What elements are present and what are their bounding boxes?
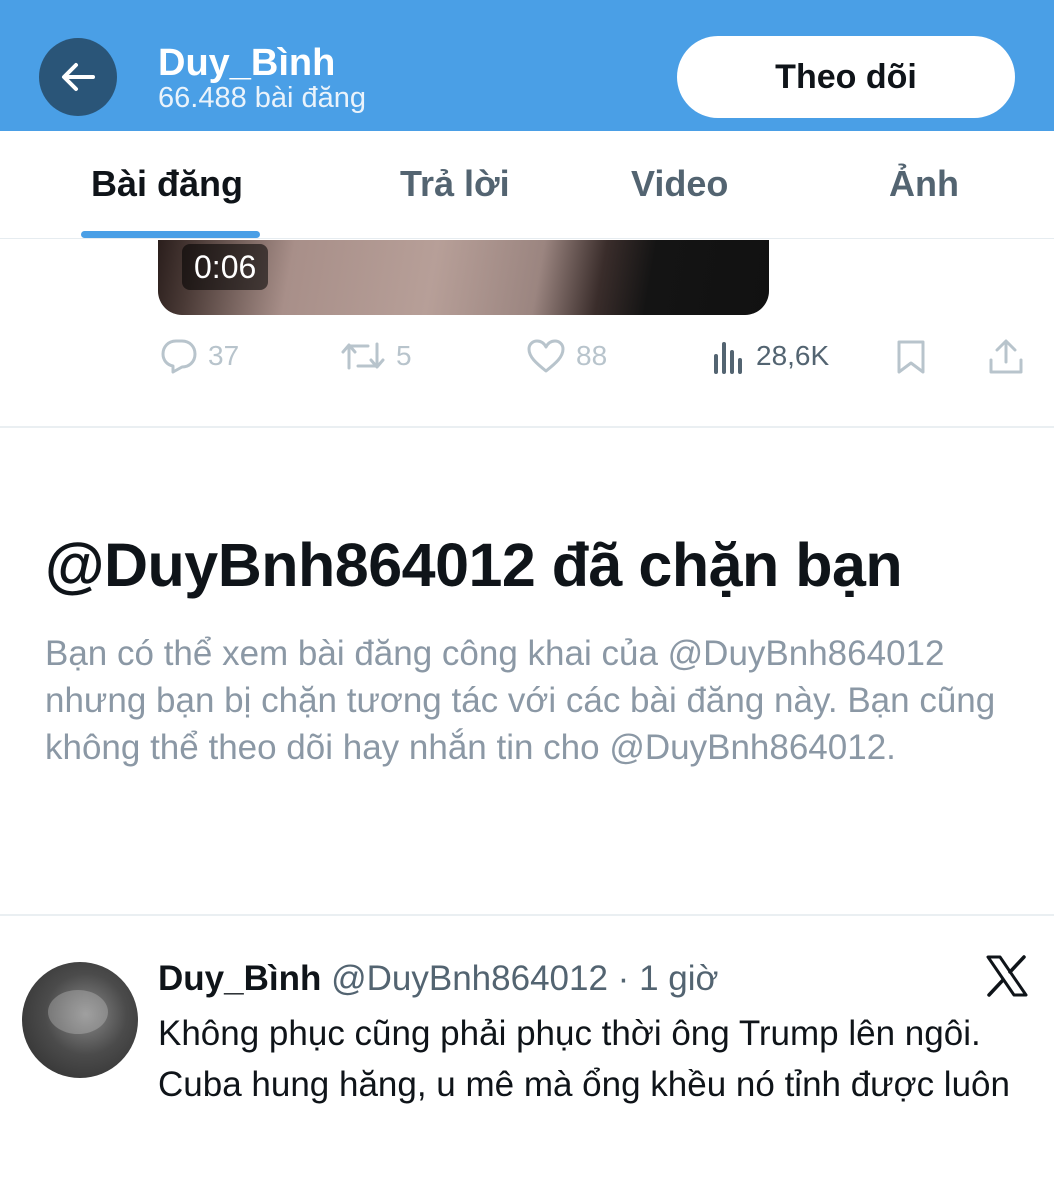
share-action[interactable] bbox=[987, 338, 1025, 376]
views-action[interactable]: 28,6K bbox=[712, 338, 829, 374]
divider bbox=[0, 426, 1054, 428]
arrow-left-icon bbox=[62, 63, 95, 91]
active-tab-indicator bbox=[81, 231, 260, 238]
tab-photos[interactable]: Ảnh bbox=[889, 163, 959, 205]
tab-replies[interactable]: Trả lời bbox=[400, 163, 510, 205]
profile-tabs: Bài đăng Trả lời Video Ảnh bbox=[0, 131, 1054, 239]
post-text: Không phục cũng phải phục thời ông Trump… bbox=[158, 1014, 1010, 1104]
post-header: Duy_Bình @DuyBnh864012 · 1 giờ bbox=[158, 956, 718, 1002]
post-handle[interactable]: @DuyBnh864012 bbox=[331, 959, 608, 998]
analytics-icon bbox=[714, 342, 742, 374]
post-time: 1 giờ bbox=[639, 959, 719, 998]
post-author-name[interactable]: Duy_Bình bbox=[158, 959, 321, 998]
like-count: 88 bbox=[576, 340, 608, 371]
bookmark-icon bbox=[897, 340, 925, 374]
reply-action[interactable]: 37 bbox=[160, 338, 239, 374]
tab-video[interactable]: Video bbox=[631, 163, 728, 205]
back-button[interactable] bbox=[39, 38, 117, 116]
video-duration: 0:06 bbox=[182, 244, 269, 290]
repost-icon bbox=[341, 342, 385, 370]
share-icon bbox=[989, 339, 1023, 374]
views-count: 28,6K bbox=[756, 340, 830, 371]
blocked-description: Bạn có thể xem bài đăng công khai của @D… bbox=[45, 634, 996, 767]
post-separator: · bbox=[617, 959, 630, 998]
like-action[interactable]: 88 bbox=[526, 338, 607, 374]
tab-posts[interactable]: Bài đăng bbox=[91, 163, 243, 205]
post-count: 66.488 bài đăng bbox=[158, 82, 367, 114]
bookmark-action[interactable] bbox=[894, 338, 928, 376]
blocked-title: @DuyBnh864012 đã chặn bạn bbox=[45, 531, 903, 599]
follow-button[interactable]: Theo dõi bbox=[677, 36, 1015, 118]
heart-icon bbox=[527, 339, 565, 373]
divider bbox=[0, 914, 1054, 916]
repost-count: 5 bbox=[396, 340, 412, 371]
profile-header: Duy_Bình 66.488 bài đăng Theo dõi bbox=[0, 0, 1054, 131]
avatar[interactable] bbox=[22, 962, 138, 1078]
reply-count: 37 bbox=[208, 340, 240, 371]
repost-action[interactable]: 5 bbox=[340, 338, 412, 374]
profile-name: Duy_Bình bbox=[158, 42, 336, 84]
reply-icon bbox=[161, 339, 197, 374]
x-logo-icon bbox=[985, 955, 1029, 1002]
